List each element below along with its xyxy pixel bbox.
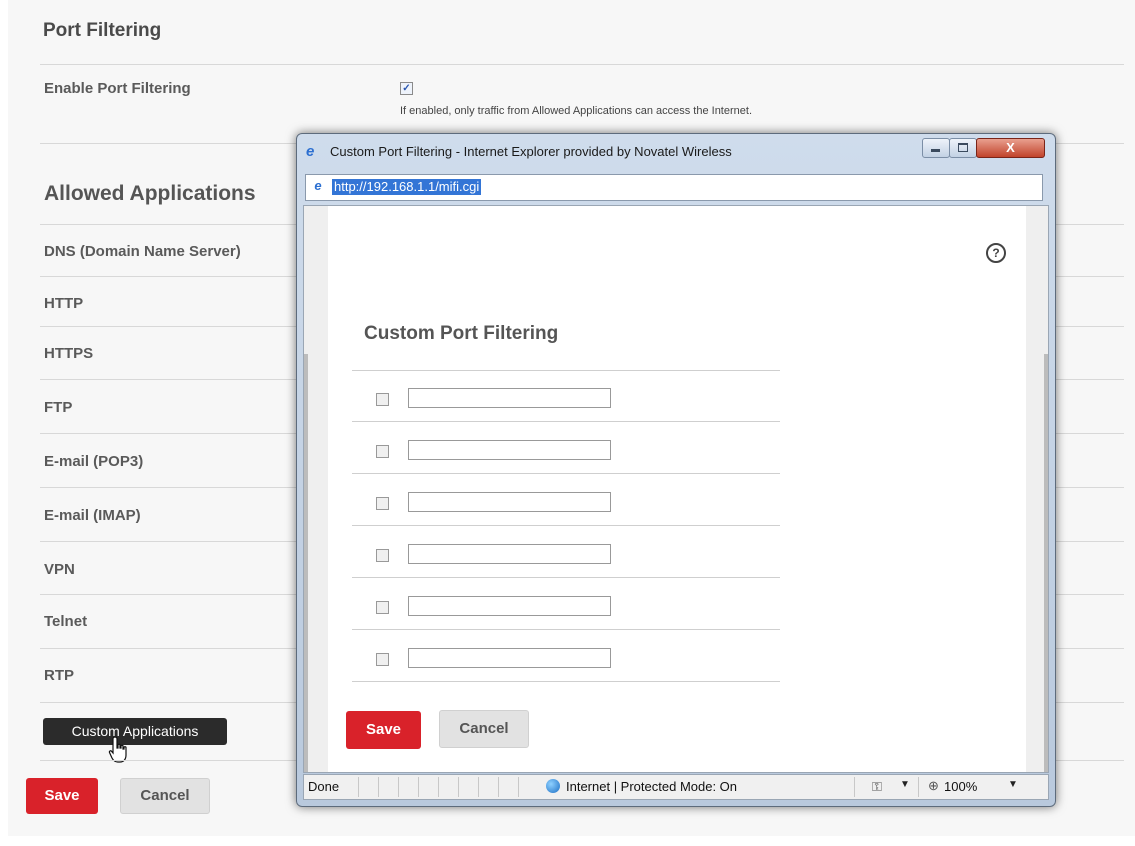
lock-icon[interactable]: ⚿ [872, 779, 882, 795]
save-button[interactable]: Save [26, 778, 98, 814]
row-checkbox[interactable] [376, 445, 389, 458]
allowed-applications-title: Allowed Applications [44, 182, 256, 205]
app-label: HTTP [44, 295, 84, 312]
custom-port-filtering-window: e Custom Port Filtering - Internet Explo… [296, 133, 1056, 807]
row-checkbox[interactable] [376, 549, 389, 562]
port-input[interactable] [408, 648, 611, 668]
window-title: Custom Port Filtering - Internet Explore… [330, 144, 732, 159]
divider [352, 629, 780, 630]
maximize-icon[interactable] [949, 138, 977, 158]
address-bar[interactable]: e http://192.168.1.1/mifi.cgi [305, 174, 1043, 201]
divider [352, 370, 780, 371]
row-checkbox[interactable] [376, 497, 389, 510]
row-checkbox[interactable] [376, 653, 389, 666]
cancel-button[interactable]: Cancel [120, 778, 210, 814]
app-label: VPN [44, 561, 75, 578]
app-label: DNS (Domain Name Server) [44, 243, 241, 260]
port-input[interactable] [408, 388, 611, 408]
app-label: E-mail (IMAP) [44, 507, 141, 524]
zoom-dropdown-icon[interactable]: ▼ [1008, 779, 1018, 790]
address-url[interactable]: http://192.168.1.1/mifi.cgi [332, 179, 482, 195]
content-area: ? Custom Port Filtering Save Cancel [328, 206, 1026, 772]
close-icon[interactable]: X [976, 138, 1045, 158]
content-viewport: ? Custom Port Filtering Save Cancel [303, 205, 1049, 773]
divider [352, 577, 780, 578]
port-input[interactable] [408, 544, 611, 564]
help-icon[interactable]: ? [986, 243, 1006, 263]
port-input[interactable] [408, 492, 611, 512]
enable-port-filtering-label: Enable Port Filtering [44, 80, 191, 97]
app-label: RTP [44, 667, 74, 684]
page-title: Port Filtering [43, 20, 162, 41]
zoom-level[interactable]: 100% [944, 779, 977, 794]
divider [352, 525, 780, 526]
status-text: Done [308, 779, 340, 794]
app-label: FTP [44, 399, 73, 416]
divider [352, 681, 780, 682]
page-icon: e [314, 178, 322, 193]
status-bar: Done Internet | Protected Mode: On ⚿ ▼ ⊕… [303, 774, 1049, 800]
scrollbar-left[interactable] [304, 354, 308, 772]
chevron-down-icon[interactable]: ▼ [900, 779, 910, 790]
port-input[interactable] [408, 440, 611, 460]
row-checkbox[interactable] [376, 393, 389, 406]
popup-cancel-button[interactable]: Cancel [439, 710, 529, 748]
security-zone-text: Internet | Protected Mode: On [566, 779, 738, 794]
scrollbar-right[interactable] [1044, 354, 1048, 772]
globe-icon [546, 779, 560, 793]
minimize-icon[interactable] [922, 138, 950, 158]
app-label: Telnet [44, 613, 88, 630]
port-input[interactable] [408, 596, 611, 616]
zoom-icon[interactable]: ⊕ [928, 778, 939, 794]
popup-save-button[interactable]: Save [346, 711, 421, 749]
row-checkbox[interactable] [376, 601, 389, 614]
divider [352, 421, 780, 422]
enable-note: If enabled, only traffic from Allowed Ap… [400, 105, 752, 117]
custom-applications-button[interactable]: Custom Applications [43, 718, 227, 745]
enable-port-filtering-checkbox[interactable]: ✓ [400, 82, 413, 95]
divider [40, 64, 1124, 65]
app-label: HTTPS [44, 345, 94, 362]
divider [352, 473, 780, 474]
app-label: E-mail (POP3) [44, 453, 144, 470]
custom-port-filtering-heading: Custom Port Filtering [364, 323, 559, 344]
ie-logo-icon: e [306, 143, 315, 160]
